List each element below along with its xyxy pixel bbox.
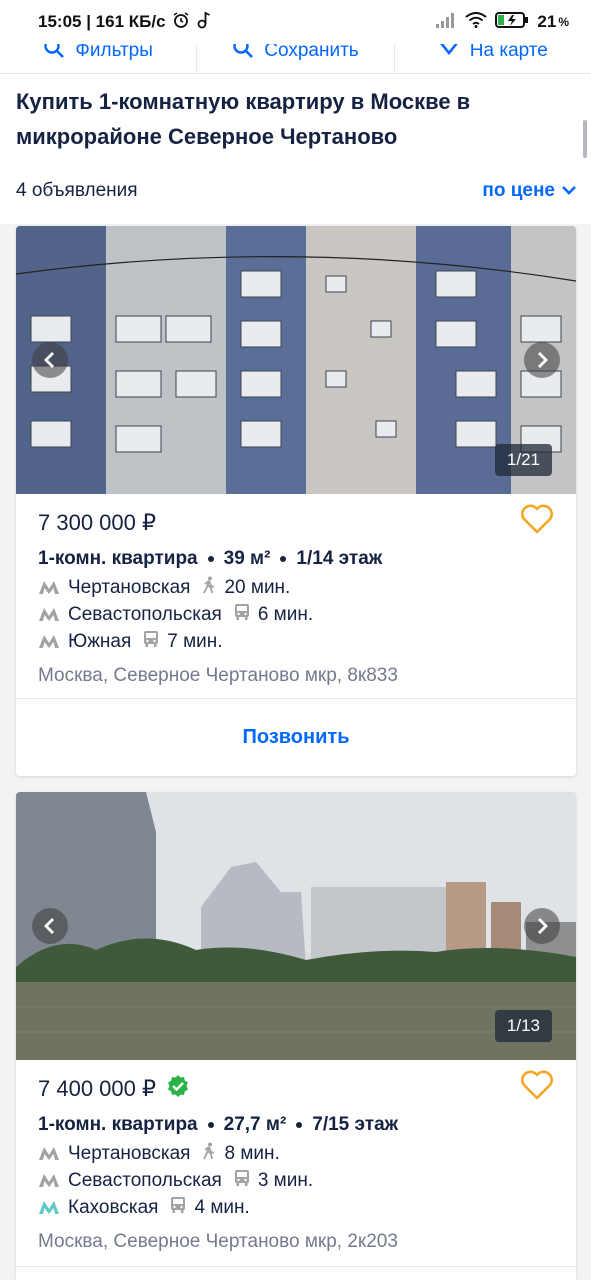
listing-info: 7 400 000 ₽ 1-комн. квартира 27,7 м² 7/1… [16,1060,576,1271]
walk-icon [202,576,216,600]
walk-icon [202,1142,216,1166]
metro-station: Чертановская [68,576,191,598]
alarm-icon [172,11,190,34]
metro-station: Южная [68,630,132,652]
favorite-button[interactable] [520,504,554,539]
metro-row: Севастопольская 6 мин. [38,601,554,628]
chevron-right-icon [538,918,548,934]
chevron-right-icon [538,352,548,368]
listing-params: 1-комн. квартира 27,7 м² 7/15 этаж [38,1110,554,1140]
separator-dot [280,556,287,562]
listing-params: 1-комн. квартира 39 м² 1/14 этаж [38,544,554,574]
separator-dot [207,1122,214,1128]
heart-icon [521,1070,553,1100]
photo-next-button[interactable] [524,908,560,944]
price: 7 300 000 ₽ [38,510,156,535]
listing-photo[interactable]: 1/21 [16,226,576,494]
metro-time: 20 мин. [224,576,291,598]
sort-dropdown[interactable]: по цене [482,180,577,202]
scrollbar[interactable] [583,120,587,158]
battery-icon [495,11,529,34]
apartment-area: 39 м² [223,548,271,569]
metro-time: 8 мин. [224,1142,280,1164]
listing-info: 7 300 000 ₽ 1-комн. квартира 39 м² 1/14 … [16,494,576,705]
bus-icon [234,1169,250,1193]
metro-time: 6 мин. [257,603,314,625]
heart-icon [521,504,553,534]
listing-card[interactable]: 1/21 7 300 000 ₽ 1-комн. квартира 39 м² … [16,226,576,776]
metro-row: Каховская 4 мин. [38,1194,554,1221]
metro-icon [38,606,60,624]
price-row: 7 400 000 ₽ [38,1074,554,1104]
metro-time: 4 мин. [194,1196,250,1218]
metro-row: Чертановская 20 мин. [38,574,554,601]
status-time: 15:05 | 161 КБ/с [38,12,166,31]
price: 7 400 000 ₽ [38,1076,156,1101]
apartment-floor: 7/15 этаж [312,1114,399,1135]
bus-icon [170,1196,186,1220]
chevron-left-icon [44,918,54,934]
wifi-icon [465,11,488,33]
chevron-left-icon [44,352,54,368]
listing-address: Москва, Северное Чертаново мкр, 2к203 [38,1231,398,1252]
verified-icon [166,1074,190,1104]
building-photo [16,226,576,494]
apartment-type: 1-комн. квартира [38,548,198,569]
status-right: 21% [435,11,569,34]
listing-photo[interactable]: 1/13 [16,792,576,1060]
separator-dot [207,556,214,562]
metro-row: Южная 7 мин. [38,628,554,655]
battery-unit: % [558,15,569,29]
photo-prev-button[interactable] [32,908,68,944]
music-icon [196,11,212,34]
metro-station: Севастопольская [68,603,222,625]
metro-time: 3 мин. [257,1169,314,1191]
price-row: 7 300 000 ₽ [38,508,554,538]
metro-icon [38,1145,60,1163]
sort-label: по цене [482,180,555,201]
call-button[interactable]: Позвонить [16,698,576,776]
photo-counter: 1/13 [494,1010,552,1042]
photo-prev-button[interactable] [32,342,68,378]
metro-time: 7 мин. [167,630,223,652]
apartment-area: 27,7 м² [223,1114,287,1135]
apartment-floor: 1/14 этаж [296,548,383,569]
listing-count: 4 объявления [16,180,138,201]
metro-icon [38,1172,60,1190]
divider [16,1266,576,1280]
photo-counter: 1/21 [494,444,552,476]
metro-row: Чертановская 8 мин. [38,1140,554,1167]
page-title: Купить 1-комнатную квартиру в Москве в м… [16,89,471,149]
listing-card[interactable]: 1/13 7 400 000 ₽ 1-комн. квартира 27,7 м… [16,792,576,1280]
metro-row: Севастопольская 3 мин. [38,1167,554,1194]
apartment-type: 1-комн. квартира [38,1114,198,1135]
status-left: 15:05 | 161 КБ/с [38,11,212,34]
status-bar: 15:05 | 161 КБ/с 21% [0,0,591,44]
battery-level: 21 [537,12,557,31]
signal-icon [435,12,457,33]
metro-station: Севастопольская [68,1169,222,1191]
bus-icon [143,630,159,654]
metro-icon [38,1199,60,1217]
favorite-button[interactable] [520,1070,554,1105]
separator-dot [296,1122,303,1128]
bus-icon [234,603,250,627]
metro-icon [38,579,60,597]
photo-next-button[interactable] [524,342,560,378]
metro-icon [38,633,60,651]
metro-station: Каховская [68,1196,159,1218]
building-photo [16,792,576,1060]
chevron-down-icon [561,180,577,202]
metro-station: Чертановская [68,1142,191,1164]
